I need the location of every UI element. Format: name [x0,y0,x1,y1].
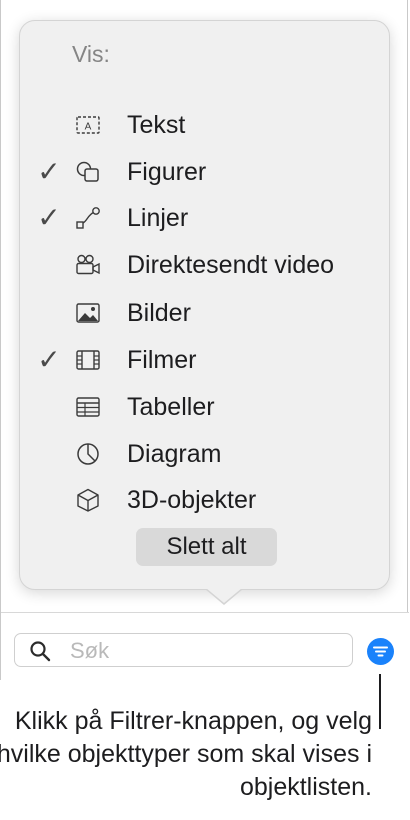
check-mark [34,392,64,422]
filter-item-linjer[interactable]: ✓ Linjer [20,198,391,238]
check-mark: ✓ [37,202,61,233]
image-icon [74,300,102,326]
filter-item-3d-objekter[interactable]: 3D-objekter [20,480,391,520]
filter-item-label: Tabeller [127,393,215,421]
object-list-window: Vis: A Tekst ✓ Figurer ✓ Linjer Direktes… [0,0,409,680]
check-mark [34,439,64,469]
filter-item-bilder[interactable]: Bilder [20,293,391,333]
check-mark [34,298,64,328]
filter-item-label: Figurer [127,158,207,186]
filter-item-filmer[interactable]: ✓ Filmer [20,340,391,380]
search-placeholder: Søk [70,638,110,663]
film-icon [74,347,102,373]
live-video-icon [74,252,102,278]
pie-chart-icon [74,441,102,467]
filter-item-tabeller[interactable]: Tabeller [20,387,391,427]
search-icon [29,640,51,662]
text-box-icon: A [74,112,102,138]
popover-arrow [206,588,242,603]
filter-item-diagram[interactable]: Diagram [20,434,391,474]
check-mark: ✓ [37,344,61,375]
table-icon [74,394,102,420]
line-icon [74,205,102,231]
filter-item-label: Filmer [127,346,197,374]
bottom-toolbar: Søk [1,612,409,680]
filter-item-tekst[interactable]: A Tekst [20,105,391,145]
check-mark: ✓ [37,156,61,187]
caption-text: Klikk på Filtrer-knappen, og velg hvilke… [0,707,372,801]
filter-item-label: Bilder [127,299,191,327]
search-input[interactable]: Søk [14,633,353,667]
cube-icon [74,487,102,513]
check-mark [34,250,64,280]
callout-line [379,674,381,729]
shapes-icon [74,159,102,185]
popover-heading: Vis: [72,41,110,67]
svg-text:A: A [85,122,92,133]
filter-item-label: Linjer [127,204,189,232]
filter-item-label: Direktesendt video [127,251,335,279]
filter-item-direktesendt-video[interactable]: Direktesendt video [20,245,391,285]
filter-button[interactable] [367,638,394,665]
clear-all-button[interactable]: Slett alt [136,528,277,566]
filter-popover: Vis: A Tekst ✓ Figurer ✓ Linjer Direktes… [19,20,391,605]
filter-item-label: 3D-objekter [127,486,257,514]
filter-item-label: Diagram [127,440,222,468]
filter-item-label: Tekst [127,111,186,139]
check-mark [34,485,64,515]
filter-item-figurer[interactable]: ✓ Figurer [20,152,391,192]
check-mark [34,110,64,140]
filter-icon [367,638,394,665]
